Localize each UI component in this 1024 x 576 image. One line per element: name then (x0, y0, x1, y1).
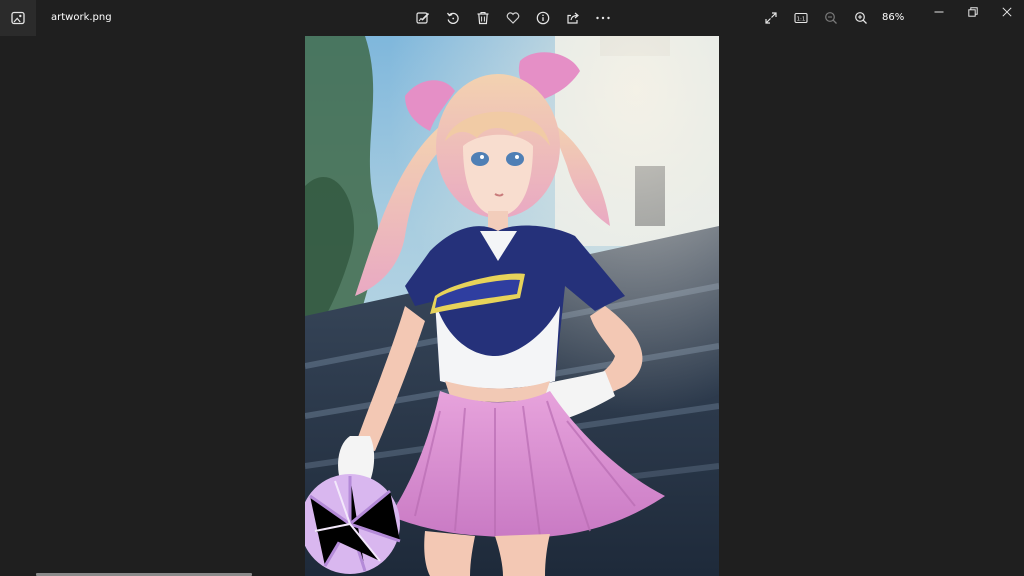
rotate-button[interactable] (438, 6, 468, 30)
svg-text:1:1: 1:1 (797, 16, 806, 22)
restore-icon (968, 7, 978, 17)
zoom-in-button[interactable] (846, 6, 876, 30)
fullscreen-icon (765, 12, 777, 24)
zoom-in-icon (855, 12, 867, 24)
image-toolbar (408, 6, 618, 30)
rotate-icon (446, 12, 459, 24)
minimize-button[interactable] (922, 0, 956, 24)
info-button[interactable] (528, 6, 558, 30)
edit-image-icon (416, 12, 430, 24)
zoom-out-button[interactable] (816, 6, 846, 30)
delete-icon (477, 11, 489, 25)
more-button[interactable] (588, 6, 618, 30)
info-icon (536, 11, 550, 25)
close-button[interactable] (990, 0, 1024, 24)
more-icon (596, 16, 610, 20)
title-bar: artwork.png 1:1 86% (0, 0, 1024, 36)
zoom-out-icon (825, 12, 837, 24)
view-toolbar: 1:1 86% (756, 6, 904, 30)
artwork-image (305, 36, 719, 576)
actual-size-button[interactable]: 1:1 (786, 6, 816, 30)
close-icon (1002, 7, 1012, 17)
window-controls (922, 0, 1024, 24)
photos-window: artwork.png 1:1 86% (0, 0, 1024, 576)
share-button[interactable] (558, 6, 588, 30)
share-icon (567, 12, 579, 24)
favorite-button[interactable] (498, 6, 528, 30)
fullscreen-button[interactable] (756, 6, 786, 30)
image-canvas[interactable] (0, 36, 1024, 576)
photos-app-icon (0, 0, 36, 36)
restore-button[interactable] (956, 0, 990, 24)
file-name: artwork.png (51, 12, 112, 23)
favorite-heart-icon (506, 12, 520, 24)
minimize-icon (934, 11, 944, 13)
zoom-level[interactable]: 86% (882, 6, 904, 30)
actual-size-icon: 1:1 (794, 12, 808, 24)
edit-image-button[interactable] (408, 6, 438, 30)
delete-button[interactable] (468, 6, 498, 30)
